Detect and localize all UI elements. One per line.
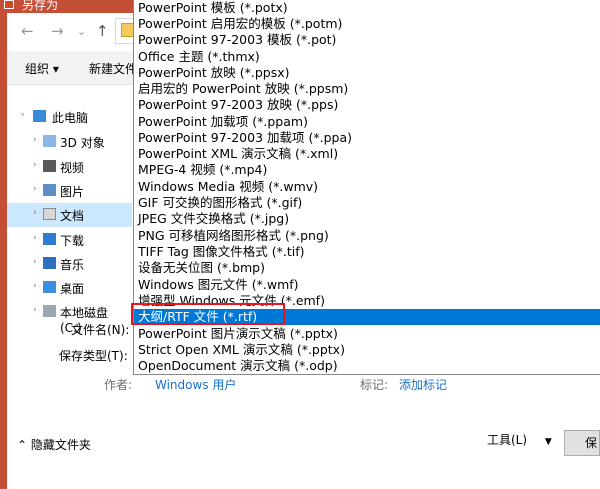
new-folder-button[interactable]: 新建文件 [89,60,137,77]
hide-folders-button[interactable]: ⌃ 隐藏文件夹 [17,436,91,453]
file-type-option[interactable]: PowerPoint 97-2003 模板 (*.pot) [134,32,600,48]
tools-button[interactable]: 工具(L) ▼ [487,431,567,457]
sidebar-item-label: 桌面 [60,282,85,296]
back-arrow-icon[interactable]: ← [21,22,34,40]
save-button-label: 保 [585,436,598,450]
file-type-option[interactable]: PowerPoint 加载项 (*.ppam) [134,114,600,130]
expand-chevron-icon[interactable]: › [33,208,37,218]
tags-field[interactable]: 添加标记 [399,376,447,393]
file-type-option[interactable]: OpenDocument 演示文稿 (*.odp) [134,358,600,374]
file-type-option[interactable]: PowerPoint 97-2003 放映 (*.pps) [134,97,600,113]
sidebar-item-label: 文档 [60,209,85,223]
expand-chevron-icon[interactable]: › [33,305,37,315]
tags-label: 标记: [360,378,389,392]
navigation-pane: › 此电脑 › 3D 对象 › 视频 › 图片 › 文档 › 下载 › 音乐 ›… [7,85,132,335]
file-type-option[interactable]: Office 主题 (*.thmx) [134,49,600,65]
expand-chevron-icon[interactable]: › [33,257,37,267]
expand-chevron-icon[interactable]: › [33,184,37,194]
sidebar-item-desktop[interactable]: › 桌面 [7,276,132,300]
expand-chevron-icon[interactable]: › [21,110,25,120]
expand-chevron-icon[interactable]: › [33,135,37,145]
pc-icon [33,110,46,122]
recent-locations-icon[interactable]: ⌄ [77,25,86,38]
download-icon [43,233,56,245]
file-type-option[interactable]: PowerPoint XML 演示文稿 (*.xml) [134,146,600,162]
organize-button[interactable]: 组织 ▾ [25,60,59,77]
file-type-option[interactable]: MPEG-4 视频 (*.mp4) [134,162,600,178]
file-type-option[interactable]: PowerPoint 图片演示文稿 (*.pptx) [134,326,600,342]
sidebar-item-downloads[interactable]: › 下载 [7,228,132,252]
sidebar-item-label: 下载 [60,234,85,248]
author-field[interactable]: Windows 用户 [155,376,236,393]
file-type-option[interactable]: JPEG 文件交换格式 (*.jpg) [134,211,600,227]
picture-icon [43,184,56,196]
sidebar-item-documents[interactable]: › 文档 [7,203,132,227]
sidebar-item-label: 此电脑 [52,111,89,125]
sidebar-item-pictures[interactable]: › 图片 [7,179,132,203]
window-title: 另存为 [22,0,59,12]
file-type-option[interactable]: PowerPoint 97-2003 加载项 (*.ppa) [134,130,600,146]
video-icon [43,160,56,172]
hide-folders-label: 隐藏文件夹 [30,438,91,452]
annotation-highlight-box [131,303,285,325]
disk-icon [43,305,56,317]
expand-chevron-icon[interactable]: › [33,281,37,291]
expand-chevron-icon[interactable]: › [33,160,37,170]
file-type-option[interactable]: PowerPoint 放映 (*.ppsx) [134,65,600,81]
forward-arrow-icon[interactable]: → [51,22,64,40]
author-label: 作者: [104,378,133,392]
expand-chevron-icon[interactable]: › [33,233,37,243]
chevron-up-icon: ⌃ [17,438,28,452]
powerpoint-icon [4,0,14,9]
sidebar-item-videos[interactable]: › 视频 [7,155,132,179]
file-type-option[interactable]: GIF 可交换的图形格式 (*.gif) [134,195,600,211]
desktop-icon [43,281,56,293]
file-type-option[interactable]: PNG 可移植网络图形格式 (*.png) [134,228,600,244]
app-left-frame [0,13,7,489]
file-type-option[interactable]: Strict Open XML 演示文稿 (*.pptx) [134,342,600,358]
tools-label: 工具(L) [487,433,528,447]
sidebar-item-this-pc[interactable]: › 此电脑 [7,105,132,129]
file-type-option[interactable]: Windows 图元文件 (*.wmf) [134,277,600,293]
up-arrow-icon[interactable]: ↑ [96,22,109,40]
file-type-option[interactable]: 设备无关位图 (*.bmp) [134,260,600,276]
sidebar-item-label: 视频 [60,161,85,175]
document-icon [43,208,56,220]
music-icon [43,257,56,269]
sidebar-item-label: 3D 对象 [60,136,105,150]
sidebar-item-label: 音乐 [60,258,85,272]
cube-icon [43,135,56,147]
save-type-label: 保存类型(T): [59,349,128,363]
sidebar-item-music[interactable]: › 音乐 [7,252,132,276]
file-type-option[interactable]: TIFF Tag 图像文件格式 (*.tif) [134,244,600,260]
filename-label: 文件名(N): [71,323,130,337]
dropdown-arrow-icon: ▼ [544,437,552,447]
file-type-option[interactable]: PowerPoint 启用宏的模板 (*.potm) [134,16,600,32]
file-type-option[interactable]: 启用宏的 PowerPoint 放映 (*.ppsm) [134,81,600,97]
sidebar-item-label: 图片 [60,185,85,199]
sidebar-item-3d-objects[interactable]: › 3D 对象 [7,130,132,154]
file-type-option[interactable]: Windows Media 视频 (*.wmv) [134,179,600,195]
file-type-option[interactable]: PowerPoint 模板 (*.potx) [134,0,600,16]
save-button[interactable]: 保 [564,430,600,456]
